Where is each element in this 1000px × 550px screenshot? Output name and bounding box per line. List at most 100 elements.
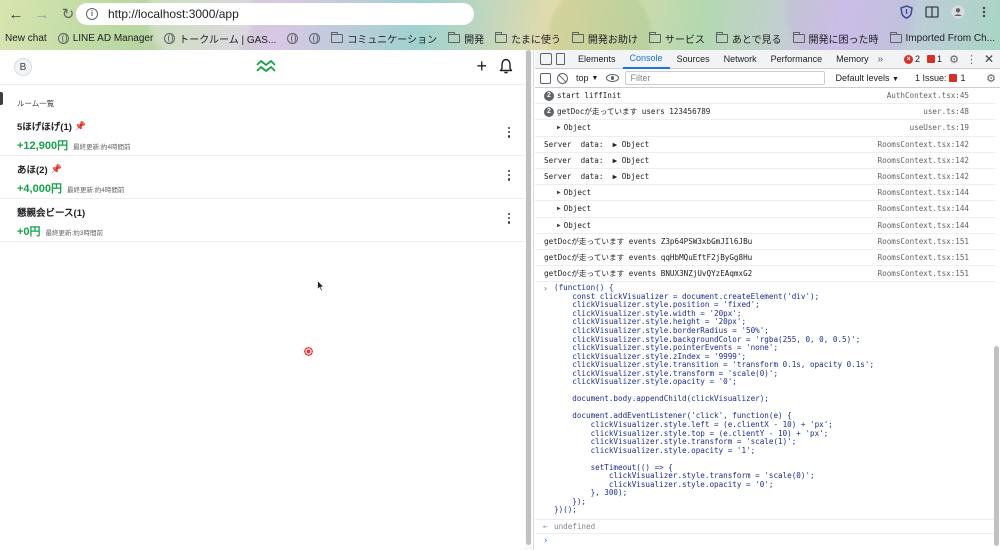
reading-list-icon[interactable] bbox=[924, 4, 940, 20]
console-input[interactable]: › bbox=[535, 534, 995, 548]
sidebar-toggle-icon[interactable] bbox=[540, 72, 551, 84]
log-levels-select[interactable]: Default levels ▼ bbox=[835, 73, 898, 83]
console-log-row[interactable]: ▶ Object RoomsContext.tsx:144 bbox=[535, 185, 995, 202]
add-room-button[interactable]: + bbox=[476, 57, 487, 75]
drawer-handle[interactable] bbox=[0, 92, 3, 105]
app-scroll-thumb[interactable] bbox=[526, 50, 531, 545]
console-log-row[interactable]: Server data: ▶ Object RoomsContext.tsx:14… bbox=[535, 169, 995, 186]
device-toolbar-icon[interactable] bbox=[556, 53, 565, 65]
clear-console-icon[interactable] bbox=[557, 72, 568, 84]
console-log-row[interactable]: ▶ Object RoomsContext.tsx:144 bbox=[535, 218, 995, 234]
console-log-row[interactable]: getDocが走っています events Z3p64PSW3xbGmJIl6JB… bbox=[535, 234, 995, 250]
expand-triangle-icon[interactable]: ▶ bbox=[557, 222, 561, 229]
bookmark-item[interactable]: LINE AD Manager bbox=[57, 32, 153, 44]
console-scroll-thumb[interactable] bbox=[994, 346, 999, 546]
menu-dots-icon[interactable] bbox=[976, 4, 992, 20]
repeat-count-badge: 2 bbox=[544, 106, 554, 117]
tab-console[interactable]: Console bbox=[622, 50, 670, 69]
room-list-item[interactable]: あほ(2) 📌 +4,000円 最終更新:約4時間前 bbox=[0, 156, 533, 199]
bookmark-item[interactable] bbox=[287, 32, 299, 44]
console-log-row[interactable]: 2 start liffInit AuthContext.tsx:45 bbox=[535, 88, 995, 105]
input-caret-icon: › bbox=[543, 536, 549, 547]
bookmark-item[interactable]: コミュニケーション bbox=[331, 31, 437, 46]
warning-badge[interactable]: 1 bbox=[927, 54, 942, 64]
bookmark-item[interactable]: たまに使う bbox=[495, 31, 561, 46]
console-log-row[interactable]: ▶ Object useUser.ts:19 bbox=[535, 120, 995, 137]
repeat-count-badge: 2 bbox=[544, 90, 554, 101]
log-source-link[interactable]: RoomsContext.tsx:142 bbox=[878, 156, 969, 165]
log-source-link[interactable]: RoomsContext.tsx:144 bbox=[878, 204, 969, 213]
close-devtools-icon[interactable]: ✕ bbox=[984, 52, 994, 66]
log-message: Server data: ▶ Object bbox=[544, 139, 650, 149]
bookmark-item[interactable]: 開発 bbox=[448, 31, 484, 46]
console-settings-gear-icon[interactable]: ⚙ bbox=[986, 72, 996, 85]
more-tabs-icon[interactable]: » bbox=[878, 54, 884, 65]
profile-icon[interactable] bbox=[950, 4, 966, 20]
room-updated-at: 最終更新:約4時間前 bbox=[66, 187, 125, 194]
log-source-link[interactable]: RoomsContext.tsx:151 bbox=[878, 237, 969, 246]
forward-arrow-icon[interactable]: → bbox=[32, 4, 52, 24]
log-source-link[interactable]: user.ts:48 bbox=[923, 107, 969, 116]
bookmark-item[interactable]: 開発に困った時 bbox=[792, 31, 879, 46]
log-source-link[interactable]: AuthContext.tsx:45 bbox=[887, 91, 969, 100]
console-log-row[interactable]: getDocが走っています events qqHbMQuEftF2jByGg8H… bbox=[535, 250, 995, 267]
site-info-icon[interactable]: i bbox=[86, 8, 98, 20]
log-source-link[interactable]: RoomsContext.tsx:151 bbox=[878, 253, 969, 262]
bookmark-item[interactable]: トークルーム | GAS... bbox=[164, 31, 276, 46]
bookmark-item[interactable]: New chat bbox=[5, 33, 47, 44]
devtools-menu-icon[interactable]: ⋮ bbox=[966, 53, 977, 66]
tab-network[interactable]: Network bbox=[717, 50, 764, 69]
expand-triangle-icon[interactable]: ▶ bbox=[557, 124, 561, 131]
error-badge[interactable]: × 2 bbox=[904, 54, 920, 64]
bookmark-item[interactable]: Imported From Ch... bbox=[889, 31, 995, 44]
log-source-link[interactable]: RoomsContext.tsx:144 bbox=[878, 221, 969, 230]
room-list-item[interactable]: 5ほげほげ(1) 📌 +12,900円 最終更新:約4時間前 bbox=[0, 113, 533, 156]
log-source-link[interactable]: RoomsContext.tsx:144 bbox=[878, 188, 969, 197]
console-log-row[interactable]: Server data: ▶ Object RoomsContext.tsx:14… bbox=[535, 153, 995, 169]
bookmark-item[interactable] bbox=[309, 32, 321, 44]
log-source-link[interactable]: RoomsContext.tsx:142 bbox=[878, 172, 969, 181]
room-menu-icon[interactable] bbox=[507, 170, 511, 181]
folder-icon bbox=[448, 31, 461, 43]
issues-button[interactable]: 1 Issue: 1 bbox=[915, 73, 966, 83]
inspect-element-icon[interactable] bbox=[540, 53, 552, 65]
log-message: getDocが走っています events qqHbMQuEftF2jByGg8H… bbox=[544, 252, 753, 262]
app-scrollbar[interactable] bbox=[525, 50, 532, 550]
bookmarks-bar: New chat LINE AD Manager トークルーム | GAS... コミ… bbox=[0, 29, 1000, 47]
console-log-row[interactable]: getDocが走っています events BNUX3NZjUvQYzEAqmxG… bbox=[535, 266, 995, 283]
bell-icon[interactable] bbox=[499, 58, 513, 74]
tab-elements[interactable]: Elements bbox=[571, 50, 623, 69]
console-scrollbar[interactable] bbox=[993, 88, 999, 550]
expand-triangle-icon[interactable]: ▶ bbox=[557, 189, 561, 196]
room-menu-icon[interactable] bbox=[507, 213, 511, 224]
log-message: Object bbox=[563, 220, 592, 230]
live-expression-eye-icon[interactable] bbox=[606, 74, 620, 82]
filter-input[interactable]: Filter bbox=[625, 71, 826, 85]
expand-triangle-icon[interactable]: ▶ bbox=[557, 205, 561, 212]
room-menu-icon[interactable] bbox=[507, 127, 511, 138]
error-count: 2 bbox=[915, 54, 921, 64]
room-list-item[interactable]: 懇親会ビース(1) +0円 最終更新:約3時間前 bbox=[0, 199, 533, 242]
console-log-row[interactable]: ▶ Object RoomsContext.tsx:144 bbox=[535, 201, 995, 218]
bookmark-item[interactable]: 開発お助け bbox=[571, 31, 638, 46]
settings-gear-icon[interactable]: ⚙ bbox=[949, 53, 959, 66]
code-line: clickVisualizer.style.opacity = '1'; bbox=[554, 445, 756, 455]
console-log-row[interactable]: 2 getDocが走っています users 123456789 user.ts:48 bbox=[535, 104, 995, 121]
address-bar[interactable]: i http://localhost:3000/app bbox=[76, 3, 474, 25]
app-logo-icon[interactable] bbox=[256, 60, 276, 72]
bookmark-item[interactable]: あとで見る bbox=[715, 31, 782, 46]
bookmark-item[interactable]: サービス bbox=[648, 31, 705, 46]
avatar[interactable]: B bbox=[14, 58, 32, 76]
tab-sources[interactable]: Sources bbox=[670, 50, 717, 69]
log-source-link[interactable]: useUser.ts:19 bbox=[910, 123, 969, 132]
console-log-row[interactable]: Server data: ▶ Object RoomsContext.tsx:14… bbox=[535, 137, 995, 153]
log-source-link[interactable]: RoomsContext.tsx:151 bbox=[878, 269, 969, 278]
tab-memory[interactable]: Memory bbox=[829, 50, 876, 69]
shield-extension-icon[interactable] bbox=[898, 4, 914, 20]
context-select[interactable]: top ▼ bbox=[574, 73, 600, 83]
back-arrow-icon[interactable]: ← bbox=[6, 4, 26, 24]
reload-icon[interactable]: ↻ bbox=[58, 4, 78, 24]
log-source-link[interactable]: RoomsContext.tsx:142 bbox=[878, 140, 969, 149]
tab-performance[interactable]: Performance bbox=[764, 50, 830, 69]
folder-icon bbox=[571, 31, 584, 43]
